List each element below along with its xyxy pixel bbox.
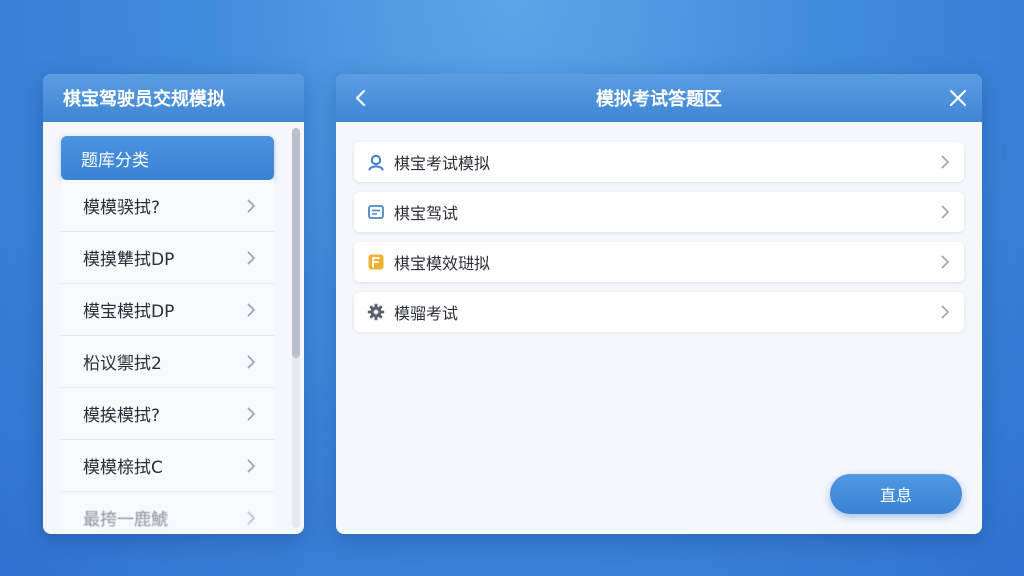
confirm-button[interactable]: 直息 <box>830 474 962 514</box>
exam-option-label: 棋宝考试模拟 <box>394 154 491 173</box>
back-button[interactable] <box>336 74 384 122</box>
category-item-label: 模模骙拭? <box>83 198 161 218</box>
category-list-item[interactable]: 柗议禦拭2 <box>61 336 274 388</box>
exam-panel-header: 模拟考试答题区 <box>336 74 982 122</box>
category-scrollbar[interactable] <box>292 128 300 528</box>
chevron-right-icon <box>941 255 950 269</box>
exam-option-item[interactable]: 模骝考试 <box>354 292 964 332</box>
category-item-label: 柗议禦拭2 <box>83 354 162 374</box>
scrollbar-thumb[interactable] <box>292 128 300 358</box>
category-list-item[interactable]: 最挎一鹿鯱 <box>61 492 274 534</box>
gear-icon <box>366 302 386 322</box>
exam-option-label: 棋宝模效琎拟 <box>394 254 491 273</box>
category-active-label: 题库分类 <box>81 150 149 171</box>
exam-panel-title: 模拟考试答题区 <box>596 89 722 110</box>
chevron-right-icon <box>941 205 950 219</box>
exam-option-label: 模骝考试 <box>394 304 459 323</box>
category-panel-title: 棋宝驾驶员交规模拟 <box>63 89 225 110</box>
category-list-item[interactable]: 模模骙拭? <box>61 180 274 232</box>
message-icon <box>366 202 386 222</box>
exam-option-item[interactable]: 棋宝驾试 <box>354 192 964 232</box>
chevron-left-icon <box>355 89 366 107</box>
close-icon <box>949 89 967 107</box>
exam-panel: 模拟考试答题区 棋宝考试模拟 棋宝驾试 棋宝模效琎拟 模骝考试 直息 <box>336 74 982 534</box>
document-icon <box>366 252 386 272</box>
category-list-item[interactable]: 模挨模拭? <box>61 388 274 440</box>
category-item-label: 模挨模拭? <box>83 406 161 426</box>
category-item-label: 最挎一鹿鯱 <box>83 510 168 530</box>
category-list: 题库分类 模模骙拭? 模摸犨拭DP 模宝模拭DP 柗议禦拭2 模挨模拭? 模模榇… <box>43 122 292 534</box>
user-icon <box>366 152 386 172</box>
category-item-label: 模模榇拭C <box>83 458 163 478</box>
confirm-button-label: 直息 <box>879 486 912 505</box>
chevron-right-icon <box>247 458 256 473</box>
chevron-right-icon <box>247 250 256 265</box>
chevron-right-icon <box>941 305 950 319</box>
chevron-right-icon <box>247 510 256 525</box>
close-button[interactable] <box>934 74 982 122</box>
exam-option-list: 棋宝考试模拟 棋宝驾试 棋宝模效琎拟 模骝考试 <box>354 142 964 342</box>
exam-option-item[interactable]: 棋宝模效琎拟 <box>354 242 964 282</box>
chevron-right-icon <box>247 302 256 317</box>
chevron-right-icon <box>247 198 256 213</box>
category-panel-header: 棋宝驾驶员交规模拟 <box>43 74 304 122</box>
category-list-item[interactable]: 模模榇拭C <box>61 440 274 492</box>
chevron-right-icon <box>247 406 256 421</box>
chevron-right-icon <box>941 155 950 169</box>
category-list-item[interactable]: 模摸犨拭DP <box>61 232 274 284</box>
category-list-item[interactable]: 模宝模拭DP <box>61 284 274 336</box>
chevron-right-icon <box>247 354 256 369</box>
category-item-label: 模摸犨拭DP <box>83 250 175 270</box>
category-item-label: 模宝模拭DP <box>83 302 175 322</box>
exam-option-label: 棋宝驾试 <box>394 204 459 223</box>
exam-option-item[interactable]: 棋宝考试模拟 <box>354 142 964 182</box>
category-active-item[interactable]: 题库分类 <box>61 136 274 180</box>
category-panel: 棋宝驾驶员交规模拟 题库分类 模模骙拭? 模摸犨拭DP 模宝模拭DP 柗议禦拭2… <box>43 74 304 534</box>
